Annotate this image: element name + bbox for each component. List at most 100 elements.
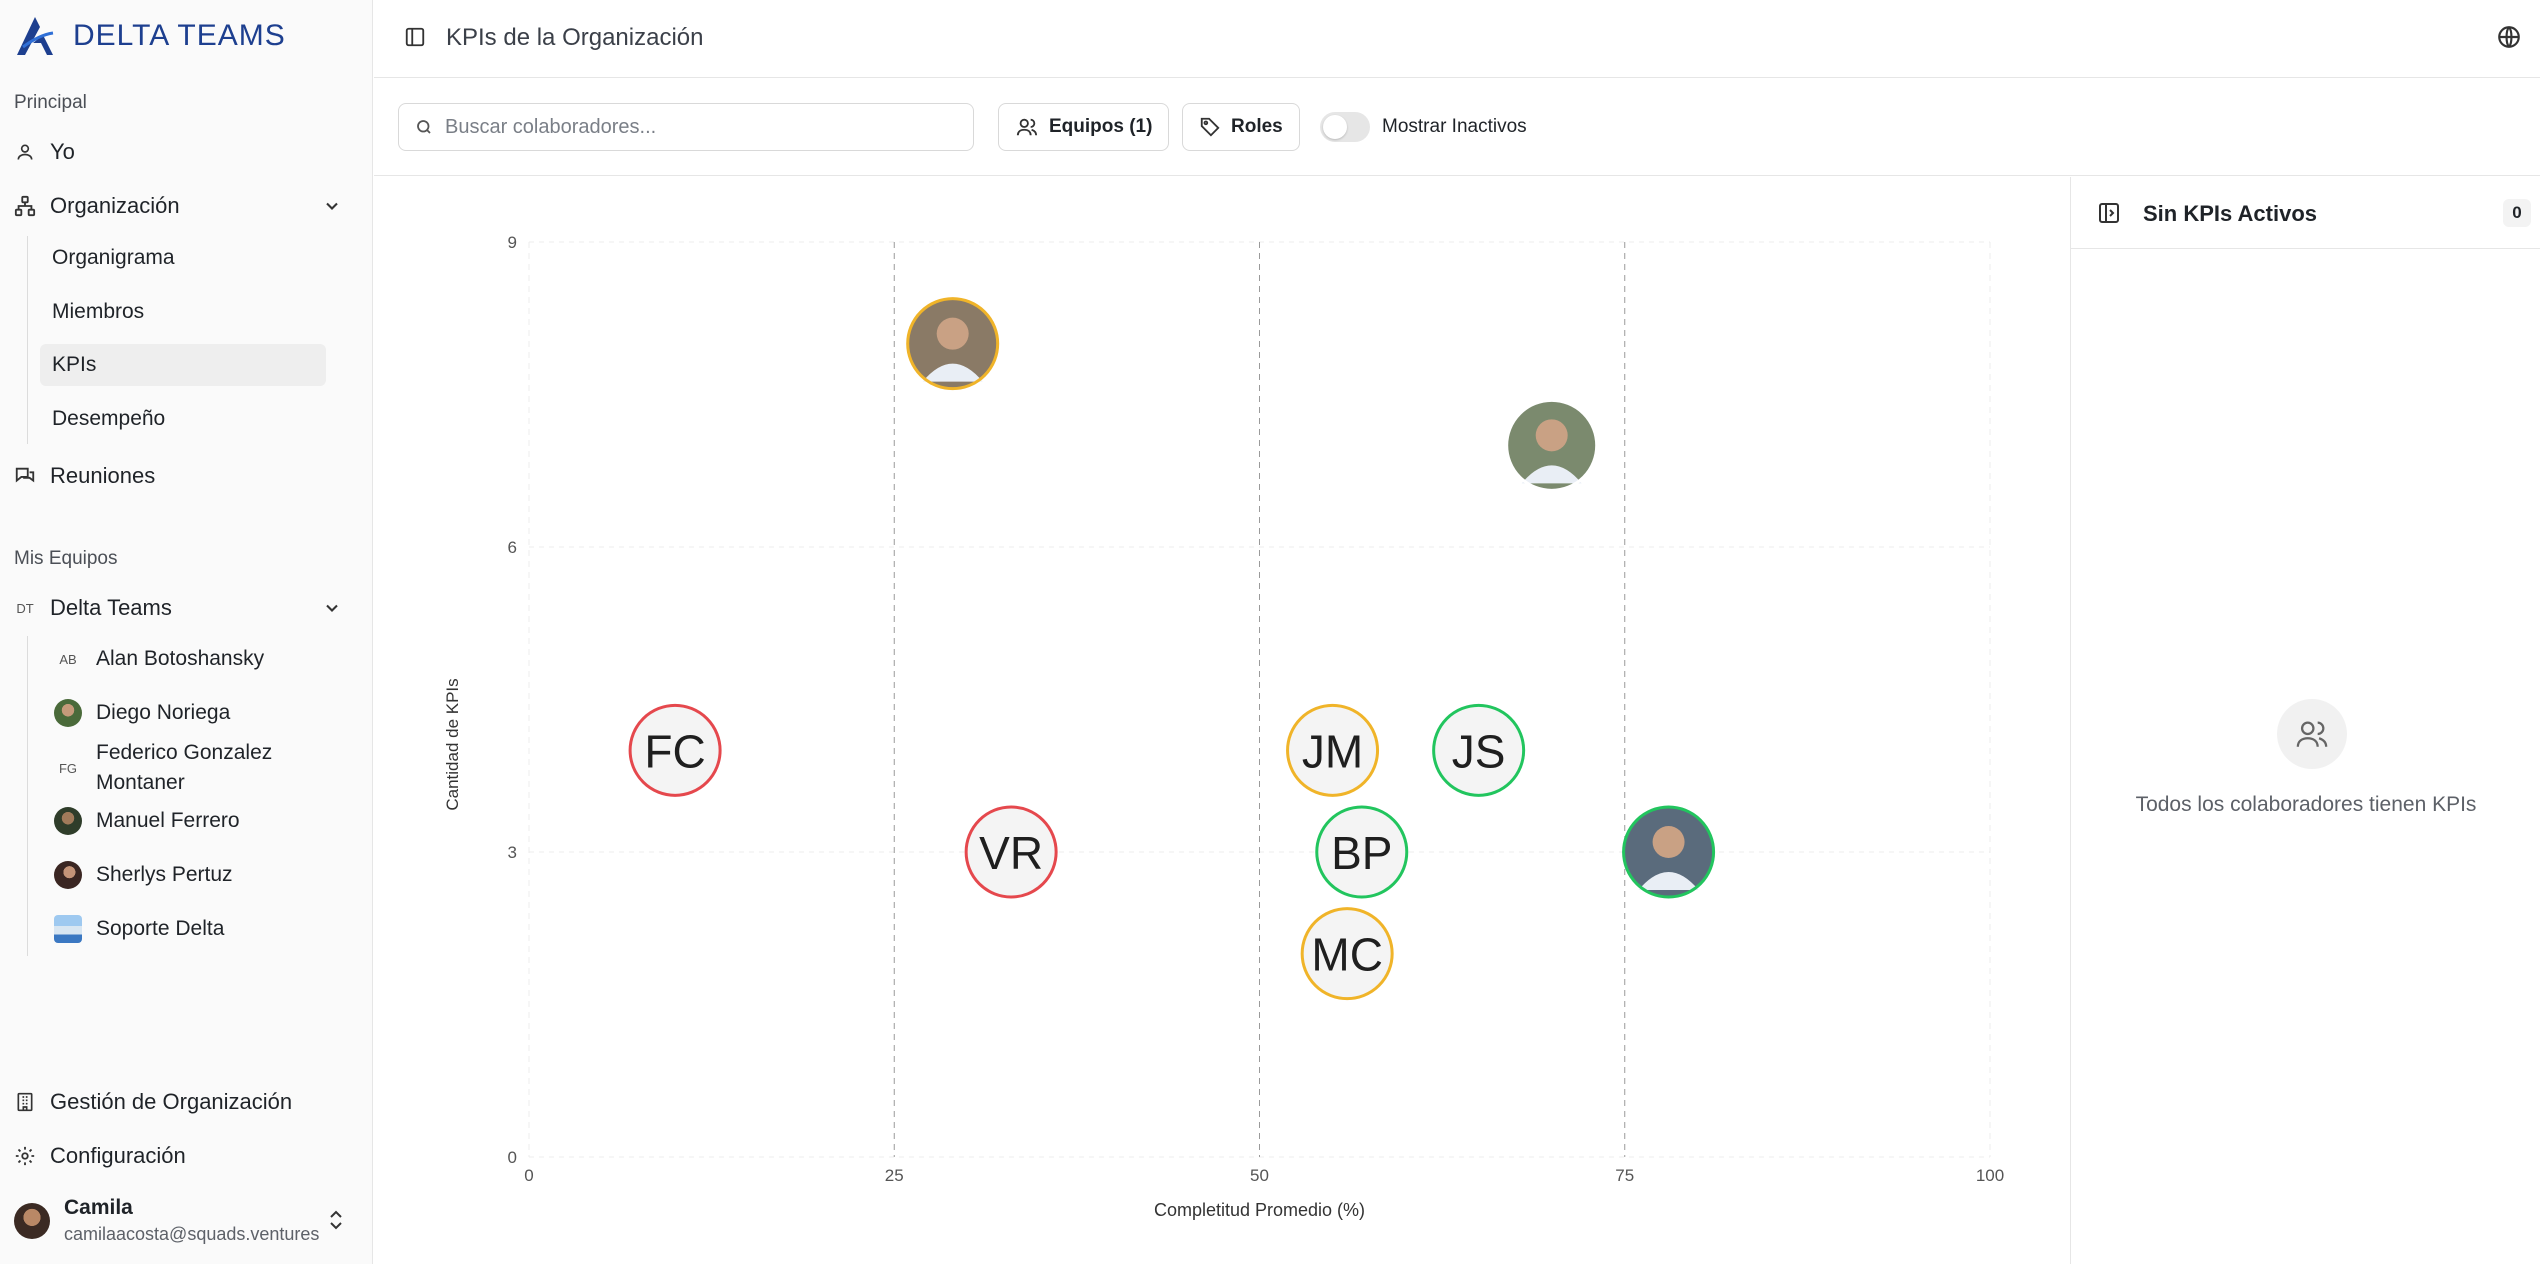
- scatter-chart-svg: 0 3 6 9 0 25 50 75 100 Completitud Promedio (%) Ca…: [443, 233, 2004, 1220]
- avatar-face: [1652, 826, 1685, 858]
- scatter-point[interactable]: FC: [628, 703, 722, 797]
- globe-icon[interactable]: [2496, 24, 2522, 50]
- team-member[interactable]: Diego Noriega: [54, 699, 230, 727]
- panel-collapse-icon[interactable]: [2097, 201, 2121, 225]
- avatar: [14, 1202, 50, 1239]
- page-title: KPIs de la Organización: [446, 24, 704, 51]
- section-mis-equipos: Mis Equipos: [14, 548, 118, 569]
- avatar-initials: MC: [1311, 929, 1383, 981]
- team-name: Delta Teams: [50, 595, 172, 620]
- team-member[interactable]: Manuel Ferrero: [54, 807, 240, 835]
- team-initials: DT: [16, 600, 34, 616]
- search-box[interactable]: [398, 103, 974, 151]
- count-badge: 0: [2503, 199, 2531, 227]
- brand-logo[interactable]: DELTA TEAMS: [13, 6, 286, 66]
- user-email: camilaacosta@squads.ventures: [64, 1224, 320, 1244]
- sidebar: DELTA TEAMS Principal Yo Organización Or…: [0, 0, 373, 1264]
- user-icon: [14, 141, 36, 163]
- roles-label: Roles: [1231, 116, 1283, 137]
- chevron-up-down-icon[interactable]: [326, 1208, 346, 1232]
- gear-icon: [14, 1145, 36, 1167]
- building-icon: [14, 1091, 36, 1113]
- nav-yo-label: Yo: [50, 139, 75, 164]
- equipos-filter-button[interactable]: Equipos (1): [998, 103, 1170, 151]
- y-tick-label: 6: [508, 538, 517, 557]
- submenu-divider: [27, 236, 28, 444]
- users-icon: [1016, 118, 1038, 136]
- nav-yo[interactable]: Yo: [14, 130, 75, 174]
- member-name: Soporte Delta: [96, 917, 225, 940]
- member-name: Alan Botoshansky: [96, 647, 265, 670]
- team-member[interactable]: FG Federico Gonzalez Montaner: [54, 738, 272, 798]
- roles-filter-button[interactable]: Roles: [1182, 103, 1300, 151]
- panel-header: Sin KPIs Activos 0: [2071, 177, 2540, 249]
- y-tick-label: 3: [508, 843, 517, 862]
- sidebar-item-kpis[interactable]: KPIs: [40, 344, 326, 386]
- mostrar-inactivos-label: Mostrar Inactivos: [1382, 116, 1527, 137]
- avatar-initials: VR: [979, 827, 1043, 879]
- team-member[interactable]: AB Alan Botoshansky: [54, 645, 264, 673]
- sidebar-item-organigrama[interactable]: Organigrama: [40, 237, 326, 279]
- user-name: Camila: [64, 1196, 133, 1219]
- avatar: FG: [58, 760, 78, 776]
- empty-state-icon: [2277, 699, 2347, 769]
- scatter-point[interactable]: [1622, 805, 1716, 899]
- chevron-down-icon[interactable]: [322, 598, 342, 618]
- team-member[interactable]: Soporte Delta: [54, 915, 224, 943]
- nav-reuniones-label: Reuniones: [50, 463, 156, 488]
- sidebar-item-desempeno[interactable]: Desempeño: [40, 398, 326, 440]
- empty-state-text: Todos los colaboradores tienen KPIs: [2135, 793, 2477, 816]
- brand-name: DELTA TEAMS: [73, 19, 286, 52]
- sin-kpis-panel: Sin KPIs Activos 0 Todos los colaborador…: [2070, 177, 2540, 1264]
- panel-title: Sin KPIs Activos: [2143, 201, 2318, 226]
- sidebar-toggle-icon[interactable]: [404, 26, 426, 48]
- avatar-initials: JM: [1302, 725, 1363, 777]
- scatter-point[interactable]: JS: [1432, 703, 1526, 797]
- member-name: Diego Noriega: [96, 701, 231, 724]
- team-delta-teams[interactable]: DT Delta Teams: [14, 586, 172, 630]
- submenu-divider: [27, 636, 28, 956]
- scatter-point[interactable]: [1505, 398, 1599, 492]
- toggle-knob: [1323, 115, 1347, 139]
- avatar: [54, 861, 82, 889]
- scatter-point[interactable]: VR: [964, 805, 1058, 899]
- avatar: [54, 699, 82, 727]
- x-tick-label: 50: [1250, 1166, 1269, 1185]
- nav-organizacion[interactable]: Organización: [14, 184, 180, 228]
- x-tick-label: 75: [1615, 1166, 1634, 1185]
- avatar-face: [936, 317, 969, 350]
- member-name: Manuel Ferrero: [96, 809, 240, 832]
- avatar-initials: FC: [644, 725, 705, 777]
- x-tick-label: 100: [1976, 1166, 2004, 1185]
- chevron-down-icon[interactable]: [322, 196, 342, 216]
- scatter-point[interactable]: JM: [1286, 703, 1380, 797]
- search-icon: [417, 120, 431, 134]
- team-member[interactable]: Sherlys Pertuz: [54, 861, 233, 889]
- nav-gestion-label: Gestión de Organización: [50, 1089, 293, 1114]
- section-principal: Principal: [14, 92, 87, 113]
- nav-gestion[interactable]: Gestión de Organización: [14, 1080, 292, 1124]
- delta-logo-icon: [17, 17, 54, 55]
- nav-configuracion-label: Configuración: [50, 1143, 186, 1168]
- sidebar-item-miembros[interactable]: Miembros: [40, 291, 326, 333]
- member-name-line2: Montaner: [96, 771, 185, 794]
- search-input[interactable]: [445, 115, 945, 139]
- user-menu[interactable]: Camila camilaacosta@squads.ventures: [14, 1196, 319, 1245]
- avatar-face: [1535, 419, 1568, 452]
- member-name: Sherlys Pertuz: [96, 863, 233, 886]
- org-tree-icon: [14, 195, 36, 217]
- tag-icon: [1200, 117, 1220, 137]
- scatter-point[interactable]: BP: [1315, 805, 1409, 899]
- kpi-scatter-chart: 0 3 6 9 0 25 50 75 100 Completitud Promedio (%) Ca…: [374, 177, 2070, 1264]
- scatter-point[interactable]: MC: [1300, 907, 1394, 1001]
- nav-reuniones[interactable]: Reuniones: [14, 454, 155, 498]
- member-name: Federico Gonzalez: [96, 741, 273, 764]
- users-icon: [2296, 721, 2328, 747]
- y-axis-label: Cantidad de KPIs: [443, 678, 462, 810]
- scatter-point[interactable]: [906, 297, 1000, 391]
- y-tick-label: 9: [508, 233, 517, 252]
- nav-configuracion[interactable]: Configuración: [14, 1134, 186, 1178]
- chat-icon: [14, 465, 36, 487]
- mostrar-inactivos-toggle[interactable]: [1320, 112, 1370, 142]
- avatar-initials: BP: [1331, 827, 1392, 879]
